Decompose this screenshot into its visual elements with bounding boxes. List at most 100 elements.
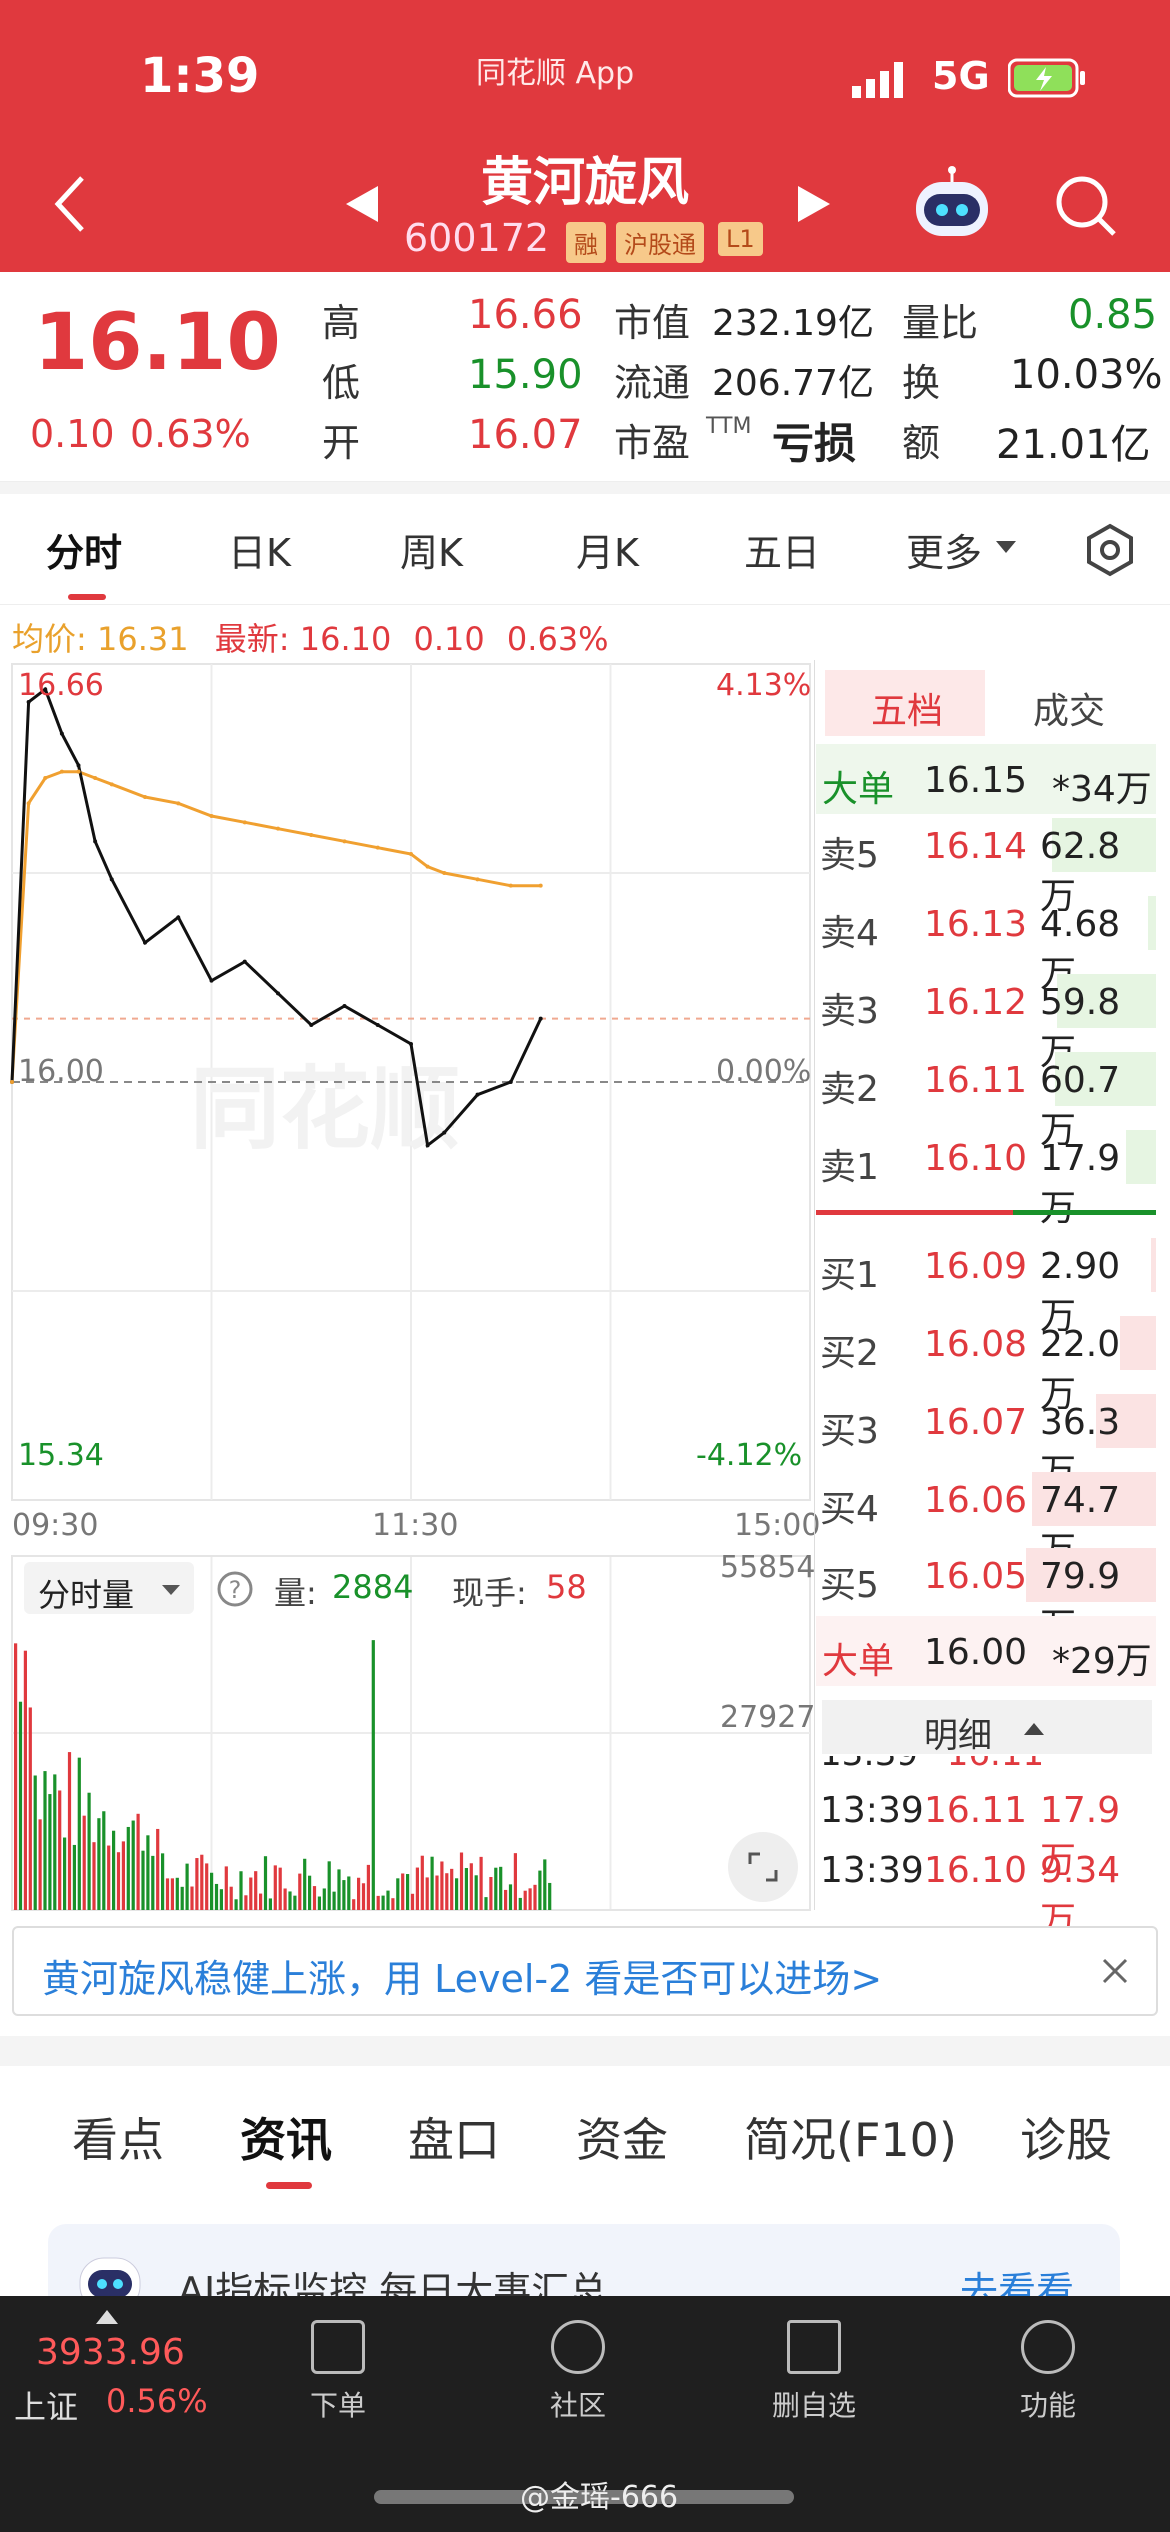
tab-five-day[interactable]: 五日 [744, 522, 820, 577]
bid-row[interactable]: 买516.0579.9万 [816, 1540, 1156, 1647]
tag-connect: 沪股通 [616, 222, 704, 263]
fullscreen-icon[interactable] [728, 1832, 798, 1902]
volume-bar [548, 1882, 552, 1910]
tab-daily-k[interactable]: 日K [228, 522, 291, 577]
avg-point [93, 776, 98, 780]
price-point [538, 1016, 543, 1021]
nav-order[interactable]: 下单 [278, 2296, 398, 2424]
volume-bar [234, 1899, 238, 1910]
price-point [59, 731, 64, 736]
volume-bar [366, 1864, 370, 1910]
price-point [375, 1023, 380, 1027]
level2-banner[interactable]: 黄河旋风稳健上涨，用 Level-2 看是否可以进场> [12, 1926, 1158, 2016]
volume-bar [180, 1886, 184, 1910]
volume-bar [317, 1896, 321, 1910]
volume-bar [322, 1888, 326, 1910]
chart-grid [11, 663, 811, 1911]
volume-bar [401, 1873, 405, 1910]
volume-bar [175, 1877, 179, 1910]
ask-row[interactable]: 卖2 16.11 60.7万 [816, 1044, 1156, 1151]
index-name: 上证 [14, 2388, 79, 2426]
tab-handicap[interactable]: 盘口 [408, 2104, 500, 2170]
vol-ratio-value: 0.85 [1068, 292, 1158, 338]
bid-label: 买2 [820, 1333, 879, 1374]
index-up-icon [96, 2310, 118, 2330]
vol-ratio-label: 量比 [902, 301, 979, 345]
bid-row[interactable]: 买416.0674.7万 [816, 1464, 1156, 1571]
price-point [475, 1092, 480, 1097]
stock-name: 黄河旋风 [480, 153, 689, 213]
ask-row[interactable]: 卖1 16.10 17.9万 [816, 1122, 1156, 1229]
ask-row[interactable]: 卖416.134.68万 [816, 888, 1156, 995]
price-point [425, 1143, 430, 1148]
volume-bar [474, 1875, 478, 1910]
close-icon[interactable] [1100, 1956, 1130, 1990]
tag-margin: 融 [566, 222, 606, 263]
big-buy-row[interactable]: 大单 16.00 *29万 [816, 1616, 1156, 1686]
volume-bar [185, 1863, 189, 1910]
mktcap-value: 232.19亿 [712, 303, 874, 344]
next-stock-icon[interactable] [796, 184, 832, 228]
volume-bar [18, 1701, 23, 1910]
bid-row[interactable]: 买2 16.08 22.0万 [816, 1308, 1156, 1415]
tab-trades[interactable]: 成交 [1033, 682, 1105, 734]
volume-bar [352, 1899, 356, 1910]
ask-price: 16.13 [924, 904, 1028, 945]
volume-bar [332, 1891, 336, 1910]
tab-five-levels[interactable]: 五档 [825, 670, 985, 736]
bid-row[interactable]: 买316.0736.3万 [816, 1386, 1156, 1493]
volume-bar [371, 1640, 375, 1910]
signal-icon [852, 62, 914, 98]
header-bar: 1:39 同花顺 App 5G 黄河旋风 600172 融 沪股通 L1 [0, 0, 1170, 272]
avg-point [409, 852, 413, 856]
settings-icon[interactable] [1082, 522, 1138, 582]
tab-funds[interactable]: 资金 [576, 2104, 668, 2170]
search-icon[interactable] [1054, 174, 1118, 242]
tab-more[interactable]: 更多 [906, 522, 982, 577]
tab-news[interactable]: 资讯 [240, 2104, 332, 2170]
volume-bar [494, 1867, 498, 1910]
big-sell-row[interactable]: 大单 16.15 *34万 [816, 744, 1156, 814]
ask-qty: 17.9万 [1040, 1138, 1121, 1229]
volume-bar [376, 1895, 380, 1910]
volume-bar [464, 1868, 468, 1910]
volume-bar [229, 1886, 233, 1910]
status-time: 1:39 [140, 48, 260, 104]
nav-remove-watchlist[interactable]: 删自选 [754, 2296, 874, 2424]
low-label: 低 [322, 361, 361, 405]
tab-monthly-k[interactable]: 月K [576, 522, 639, 577]
tab-weekly-k[interactable]: 周K [400, 522, 463, 577]
volume-bar [440, 1861, 444, 1910]
nav-community[interactable]: 社区 [518, 2296, 638, 2424]
robot-assistant-icon[interactable] [912, 166, 992, 244]
amount-label: 额 [902, 421, 941, 465]
volume-bar [538, 1870, 542, 1910]
pe-value: 亏损 [772, 419, 857, 468]
tab-f10[interactable]: 简况(F10) [744, 2104, 957, 2170]
volume-bar [533, 1884, 537, 1910]
volume-bar [543, 1859, 547, 1910]
index-value[interactable]: 3933.96 [36, 2332, 185, 2373]
volume-bar [254, 1871, 258, 1910]
bid-row[interactable]: 买1 16.09 2.90万 [816, 1230, 1156, 1337]
nav-functions-label: 功能 [1019, 2389, 1076, 2422]
detail-toggle[interactable]: 明细 [822, 1700, 1152, 1756]
avg-point [342, 839, 347, 844]
axis-mid-pct: 0.00% [716, 1054, 812, 1089]
volume-selector[interactable]: 分时量 [24, 1562, 194, 1614]
volume-bar [165, 1878, 170, 1910]
tab-highlights[interactable]: 看点 [72, 2104, 164, 2170]
volume-bar [504, 1889, 508, 1910]
tab-intraday[interactable]: 分时 [46, 522, 122, 577]
intraday-chart[interactable]: 同花顺 [0, 600, 816, 1920]
nav-functions[interactable]: 功能 [988, 2296, 1108, 2424]
trade-partial-row: 13:39 16.11 [820, 1756, 1156, 1776]
volume-bar [161, 1853, 165, 1910]
tab-diagnosis[interactable]: 诊股 [1020, 2104, 1112, 2170]
ask-row[interactable]: 卖5 16.14 62.8万 [816, 810, 1156, 917]
volume-bar [210, 1872, 214, 1910]
help-icon[interactable]: ? [216, 1570, 254, 1612]
ask-row[interactable]: 卖316.1259.8万 [816, 966, 1156, 1073]
turnover-label: 换 [902, 361, 941, 405]
volume-bar [107, 1845, 111, 1910]
